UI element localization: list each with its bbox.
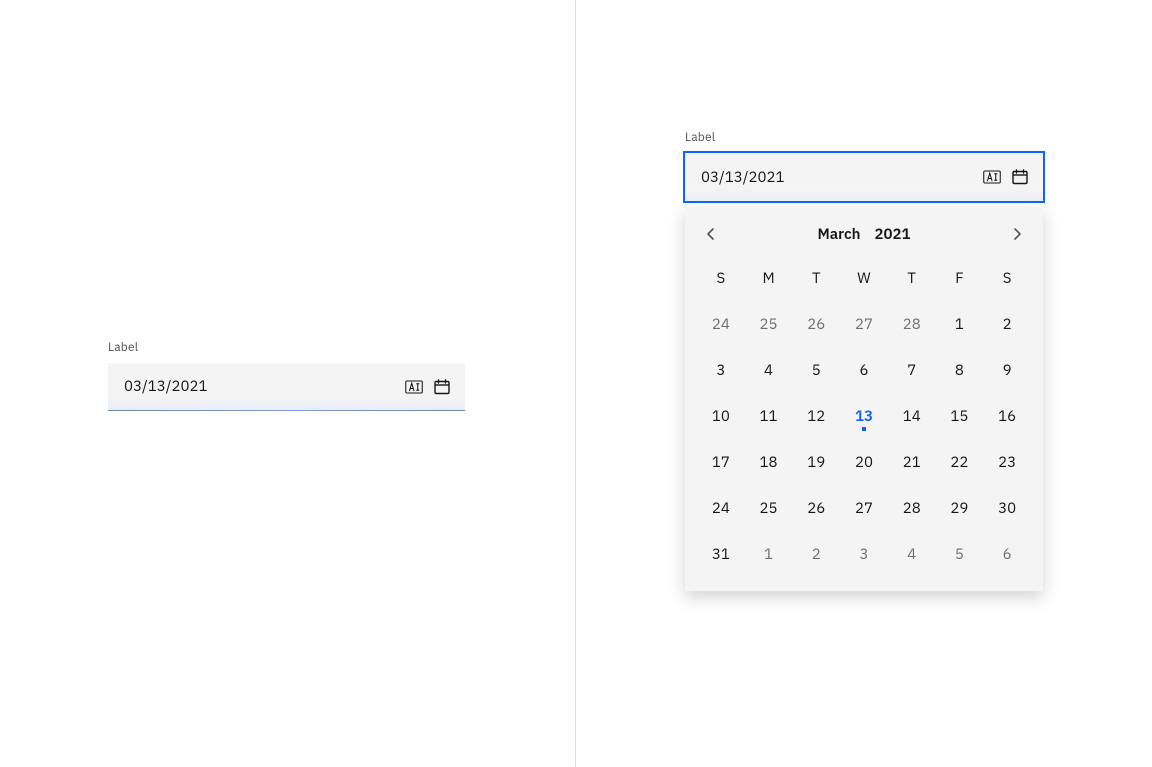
- weekday-label: W: [840, 255, 888, 301]
- calendar-day[interactable]: 15: [936, 393, 984, 439]
- calendar-day[interactable]: 6: [840, 347, 888, 393]
- month-label: March: [818, 225, 861, 244]
- calendar-day[interactable]: 10: [697, 393, 745, 439]
- calendar-day[interactable]: 31: [697, 531, 745, 577]
- calendar-day[interactable]: 1: [936, 301, 984, 347]
- calendar-day[interactable]: 30: [983, 485, 1031, 531]
- panel-divider: [575, 0, 576, 767]
- calendar-day[interactable]: 11: [745, 393, 793, 439]
- calendar-day[interactable]: 25: [745, 301, 793, 347]
- date-picker-enabled: Label 03/13/2021: [108, 340, 465, 411]
- calendar-day[interactable]: 21: [888, 439, 936, 485]
- year-label: 2021: [874, 225, 910, 244]
- calendar-day[interactable]: 12: [792, 393, 840, 439]
- calendar-day[interactable]: 23: [983, 439, 1031, 485]
- calendar-day[interactable]: 19: [792, 439, 840, 485]
- calendar-grid: SMTWTFS242526272812345678910111213141516…: [695, 255, 1033, 577]
- calendar-day[interactable]: 9: [983, 347, 1031, 393]
- calendar-day[interactable]: 13: [840, 393, 888, 439]
- calendar-day[interactable]: 24: [697, 485, 745, 531]
- date-label: Label: [108, 340, 465, 355]
- date-picker-open: Label 03/13/2021 March 2021 SMTWTFS24252: [685, 130, 1043, 591]
- calendar-day[interactable]: 20: [840, 439, 888, 485]
- calendar-day[interactable]: 28: [888, 301, 936, 347]
- weekday-label: T: [888, 255, 936, 301]
- calendar-day[interactable]: 5: [792, 347, 840, 393]
- calendar-day[interactable]: 3: [697, 347, 745, 393]
- weekday-label: T: [792, 255, 840, 301]
- calendar-popover: March 2021 SMTWTFS2425262728123456789101…: [685, 207, 1043, 591]
- calendar-day[interactable]: 14: [888, 393, 936, 439]
- calendar-day[interactable]: 26: [792, 485, 840, 531]
- weekday-label: F: [936, 255, 984, 301]
- calendar-icon[interactable]: [433, 378, 451, 396]
- calendar-day[interactable]: 2: [792, 531, 840, 577]
- calendar-day[interactable]: 27: [840, 301, 888, 347]
- next-month-button[interactable]: [1003, 220, 1031, 248]
- ai-icon[interactable]: [983, 168, 1001, 186]
- date-input-open[interactable]: 03/13/2021: [685, 153, 1043, 201]
- calendar-day[interactable]: 1: [745, 531, 793, 577]
- calendar-day[interactable]: 4: [745, 347, 793, 393]
- calendar-day[interactable]: 22: [936, 439, 984, 485]
- input-actions: [983, 168, 1029, 186]
- calendar-icon[interactable]: [1011, 168, 1029, 186]
- calendar-day[interactable]: 28: [888, 485, 936, 531]
- month-year-label[interactable]: March 2021: [818, 225, 911, 244]
- calendar-header: March 2021: [695, 213, 1033, 255]
- prev-month-button[interactable]: [697, 220, 725, 248]
- calendar-day[interactable]: 17: [697, 439, 745, 485]
- calendar-day[interactable]: 7: [888, 347, 936, 393]
- weekday-label: S: [697, 255, 745, 301]
- date-label: Label: [685, 130, 1043, 145]
- calendar-day[interactable]: 25: [745, 485, 793, 531]
- weekday-label: S: [983, 255, 1031, 301]
- calendar-day[interactable]: 6: [983, 531, 1031, 577]
- date-value: 03/13/2021: [701, 168, 983, 187]
- calendar-day[interactable]: 2: [983, 301, 1031, 347]
- input-actions: [405, 378, 451, 396]
- ai-icon[interactable]: [405, 378, 423, 396]
- date-input-enabled[interactable]: 03/13/2021: [108, 363, 465, 411]
- weekday-label: M: [745, 255, 793, 301]
- calendar-day[interactable]: 27: [840, 485, 888, 531]
- calendar-day[interactable]: 24: [697, 301, 745, 347]
- calendar-day[interactable]: 18: [745, 439, 793, 485]
- calendar-day[interactable]: 4: [888, 531, 936, 577]
- date-value: 03/13/2021: [124, 377, 405, 396]
- calendar-day[interactable]: 3: [840, 531, 888, 577]
- calendar-day[interactable]: 16: [983, 393, 1031, 439]
- calendar-day[interactable]: 5: [936, 531, 984, 577]
- calendar-day[interactable]: 8: [936, 347, 984, 393]
- calendar-day[interactable]: 29: [936, 485, 984, 531]
- calendar-day[interactable]: 26: [792, 301, 840, 347]
